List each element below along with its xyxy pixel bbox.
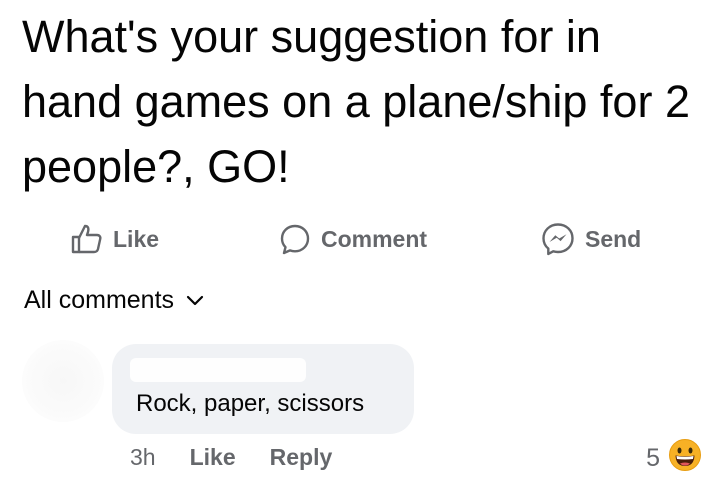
comment-sort-label: All comments	[24, 286, 175, 314]
post-action-bar: Like Comment Send	[0, 216, 716, 262]
comment-like-button[interactable]: Like	[190, 444, 236, 471]
send-button[interactable]: Send	[540, 216, 641, 262]
comment-button[interactable]: Comment	[278, 216, 427, 262]
chevron-down-icon	[186, 295, 204, 307]
comment-text: Rock, paper, scissors	[136, 390, 365, 417]
like-button-label: Like	[113, 225, 160, 252]
messenger-icon	[540, 221, 576, 257]
thumbs-up-icon	[70, 223, 104, 255]
reaction-count: 5	[646, 444, 660, 472]
comment-reactions[interactable]: 5	[646, 438, 702, 479]
grinning-face-icon	[668, 438, 702, 479]
redacted-commenter-name	[130, 358, 306, 382]
comment-bubble-icon	[278, 222, 312, 256]
like-button[interactable]: Like	[70, 216, 159, 262]
comment-timestamp[interactable]: 3h	[130, 444, 156, 471]
comment-bubble: Rock, paper, scissors	[112, 344, 414, 434]
post-text: What's your suggestion for in hand games…	[22, 11, 690, 192]
comment-sort-dropdown[interactable]: All comments	[24, 286, 204, 315]
comment-button-label: Comment	[321, 225, 428, 252]
commenter-avatar[interactable]	[22, 340, 104, 422]
comment-reply-button[interactable]: Reply	[270, 444, 333, 471]
comment-meta: 3h Like Reply	[130, 444, 332, 471]
send-button-label: Send	[585, 225, 642, 252]
